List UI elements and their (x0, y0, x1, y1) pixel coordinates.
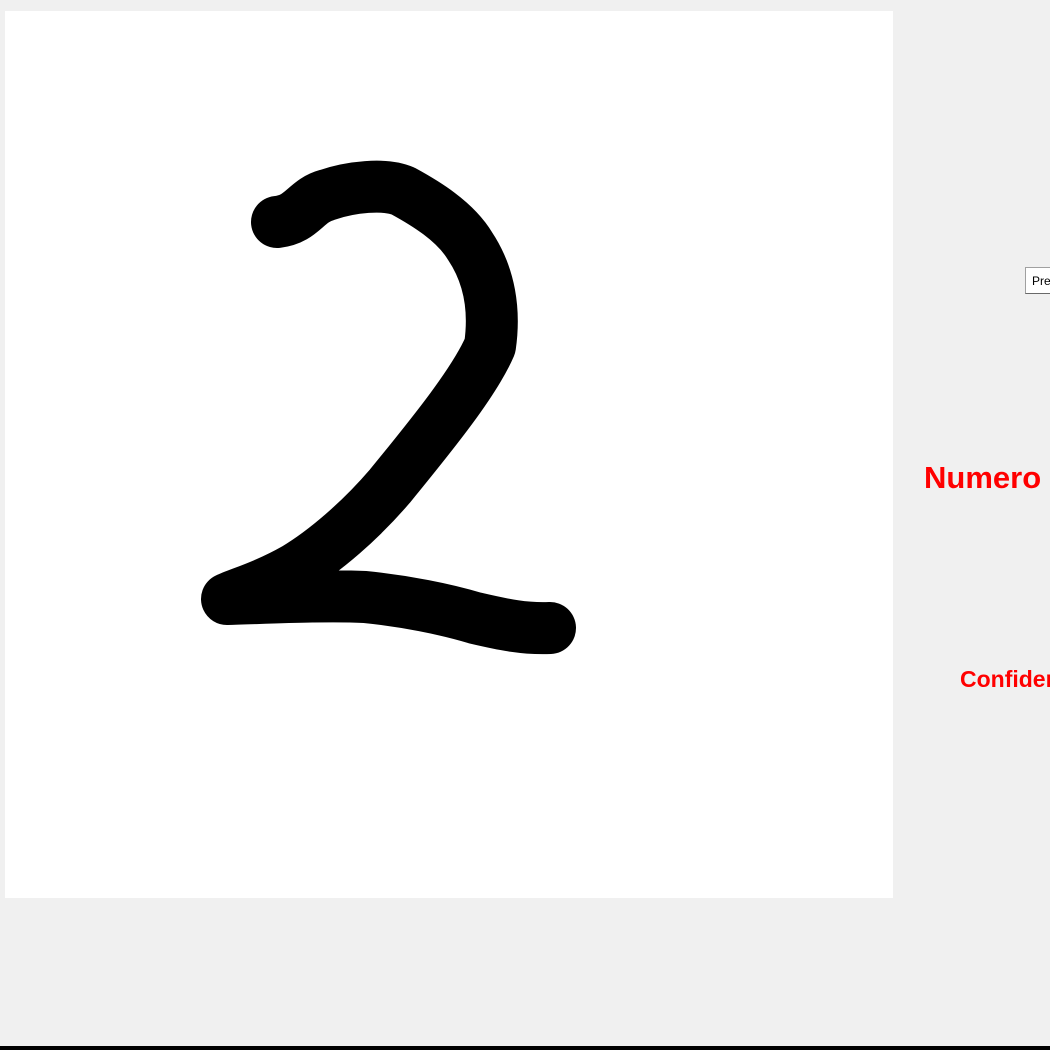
predicted-number-label: Numero (924, 460, 1042, 495)
drawing-canvas[interactable] (5, 11, 893, 898)
window-bottom-border (0, 1046, 1050, 1050)
confidence-label: Confidence (960, 666, 1050, 692)
drawing-surface[interactable] (5, 11, 893, 898)
app-window: Predict Numero Confidence (0, 0, 1050, 1050)
predict-button[interactable]: Predict (1025, 267, 1050, 294)
drawn-stroke-digit (201, 160, 576, 655)
